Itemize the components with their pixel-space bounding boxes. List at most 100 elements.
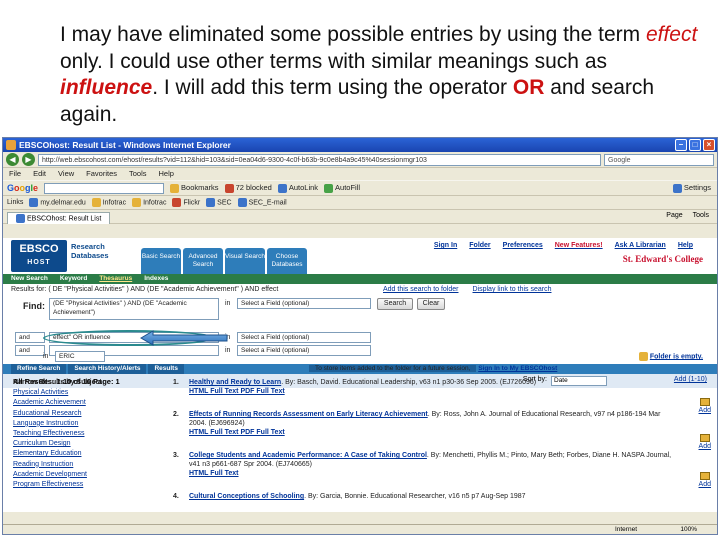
bookmarks-button[interactable]: Bookmarks: [170, 183, 219, 193]
field-select-2[interactable]: Select a Field (optional): [237, 332, 371, 343]
tools-menu[interactable]: Tools: [693, 212, 709, 219]
close-button[interactable]: ×: [703, 139, 715, 151]
subject-link[interactable]: Academic Development: [13, 470, 153, 480]
field-select-3[interactable]: Select a Field (optional): [237, 345, 371, 356]
browser-search-box[interactable]: Google: [604, 153, 714, 166]
subject-link[interactable]: Language Instruction: [13, 419, 153, 429]
full-text-links[interactable]: HTML Full Text: [189, 469, 673, 478]
settings-button[interactable]: Settings: [672, 183, 711, 193]
clear-button[interactable]: Clear: [417, 298, 445, 310]
menu-file[interactable]: File: [9, 168, 21, 180]
link-help[interactable]: Help: [678, 242, 693, 249]
subject-link[interactable]: Reading Instruction: [13, 460, 153, 470]
link-infotrac-1[interactable]: Infotrac: [91, 198, 126, 207]
tab-new-search[interactable]: New Search: [11, 274, 48, 284]
browser-tab[interactable]: EBSCOhost: Result List: [7, 211, 111, 224]
forward-button[interactable]: ▶: [22, 153, 35, 166]
result-title[interactable]: Healthy and Ready to Learn: [189, 379, 281, 386]
page-menu[interactable]: Page: [666, 212, 682, 219]
field-select-1[interactable]: Select a Field (optional): [237, 298, 371, 309]
popup-blocked[interactable]: 72 blocked: [224, 183, 272, 193]
subject-link[interactable]: Academic Achievement: [13, 398, 153, 408]
find-label: Find:: [23, 301, 45, 311]
operator-select-2[interactable]: and: [15, 332, 45, 343]
autolink-label: AutoLink: [288, 183, 319, 193]
logo-text-top: EBSCO: [19, 243, 59, 255]
subject-link[interactable]: Elementary Education: [13, 449, 153, 459]
result-number: 2.: [173, 411, 179, 418]
link-sign-in[interactable]: Sign In: [434, 242, 457, 249]
results-for-text: Results for: ( DE "Physical Activities" …: [11, 286, 279, 293]
page-icon: [206, 198, 216, 207]
zoom-level[interactable]: 100%: [680, 525, 697, 534]
autolink-button[interactable]: AutoLink: [277, 183, 319, 193]
link-ask-librarian[interactable]: Ask A Librarian: [615, 242, 666, 249]
add-all-link[interactable]: Add (1-10): [674, 376, 707, 383]
operator-select-3[interactable]: and: [15, 345, 45, 356]
link-infotrac-2[interactable]: Infotrac: [132, 198, 166, 207]
sign-in-my-ebscohost-link[interactable]: Sign In to My EBSCOhost: [478, 365, 557, 372]
add-to-folder-1[interactable]: Add: [699, 398, 711, 414]
ie-icon: [6, 140, 16, 150]
add-search-to-folder-link[interactable]: Add this search to folder: [383, 286, 459, 293]
link-mydelmar[interactable]: my.delmar.edu: [29, 198, 86, 207]
database-select[interactable]: ERIC: [55, 351, 105, 362]
result-title[interactable]: Cultural Conceptions of Schooling: [189, 493, 304, 500]
menu-edit[interactable]: Edit: [33, 168, 46, 180]
maximize-button[interactable]: □: [689, 139, 701, 151]
display-link-link[interactable]: Display link to this search: [473, 286, 552, 293]
subject-link[interactable]: Educational Research: [13, 409, 153, 419]
menu-help[interactable]: Help: [159, 168, 174, 180]
ebsco-logo[interactable]: EBSCO HOST: [11, 240, 67, 272]
search-query-1[interactable]: (DE "Physical Activities" ) AND (DE "Aca…: [49, 298, 219, 320]
tab-refine-search[interactable]: Refine Search: [11, 364, 67, 374]
link-sec[interactable]: SEC: [206, 198, 232, 207]
minimize-button[interactable]: –: [675, 139, 687, 151]
subject-link[interactable]: Physical Activities: [13, 388, 153, 398]
tab-choose-databases[interactable]: Choose Databases: [267, 248, 307, 274]
add-to-folder-3[interactable]: Add: [699, 472, 711, 488]
link-new-features[interactable]: New Features!: [555, 242, 603, 249]
result-citation: . By: Garcia, Bonnie. Educational Resear…: [304, 493, 526, 500]
menu-view[interactable]: View: [58, 168, 74, 180]
result-number: 4.: [173, 493, 179, 500]
menu-favorites[interactable]: Favorites: [86, 168, 117, 180]
result-title[interactable]: Effects of Running Records Assessment on…: [189, 411, 428, 418]
tab-search-history[interactable]: Search History/Alerts: [68, 364, 147, 374]
full-text-links[interactable]: HTML Full Text PDF Full Text: [189, 387, 673, 396]
research-databases-label: Research Databases: [71, 242, 109, 260]
tab-basic-search[interactable]: Basic Search: [141, 248, 181, 274]
autofill-button[interactable]: AutoFill: [324, 183, 360, 193]
menu-bar: File Edit View Favorites Tools Help: [3, 168, 717, 180]
google-search-input[interactable]: [44, 182, 165, 194]
result-citation: . By: Basch, David. Educational Leadersh…: [281, 379, 537, 386]
tab-thesaurus[interactable]: Thesaurus: [99, 274, 132, 284]
tab-indexes[interactable]: Indexes: [144, 274, 168, 284]
folder-empty-link[interactable]: Folder is empty.: [638, 352, 703, 361]
menu-tools[interactable]: Tools: [129, 168, 147, 180]
folder-add-icon: [699, 472, 710, 480]
tab-visual-search[interactable]: Visual Search: [225, 248, 265, 274]
address-bar[interactable]: http://web.ebscohost.com/ehost/results?v…: [38, 153, 601, 166]
result-item: 4. Cultural Conceptions of Schooling. By…: [173, 492, 673, 501]
link-folder[interactable]: Folder: [469, 242, 490, 249]
window-title: EBSCOhost: Result List - Windows Interne…: [19, 140, 231, 150]
tab-results[interactable]: Results: [148, 364, 184, 374]
search-button[interactable]: Search: [377, 298, 413, 310]
tab-keyword[interactable]: Keyword: [60, 274, 87, 284]
result-title[interactable]: College Students and Academic Performanc…: [189, 452, 427, 459]
link-preferences[interactable]: Preferences: [503, 242, 543, 249]
full-text-links[interactable]: HTML Full Text PDF Full Text: [189, 428, 673, 437]
link-flickr[interactable]: Flickr: [172, 198, 200, 207]
logo-text-bottom: HOST: [27, 259, 51, 266]
link-sec-email[interactable]: SEC_E-mail: [237, 198, 287, 207]
back-button[interactable]: ◀: [6, 153, 19, 166]
add-to-folder-2[interactable]: Add: [699, 434, 711, 450]
subject-link[interactable]: Program Effectiveness: [13, 480, 153, 490]
narrow-heading: Narrow Results by Subject: [13, 379, 102, 386]
subject-link[interactable]: Curriculum Design: [13, 439, 153, 449]
database-in-label: in: [43, 353, 49, 360]
tab-advanced-search[interactable]: Advanced Search: [183, 248, 223, 274]
subject-link[interactable]: Teaching Effectiveness: [13, 429, 153, 439]
in-label: in: [225, 347, 231, 354]
